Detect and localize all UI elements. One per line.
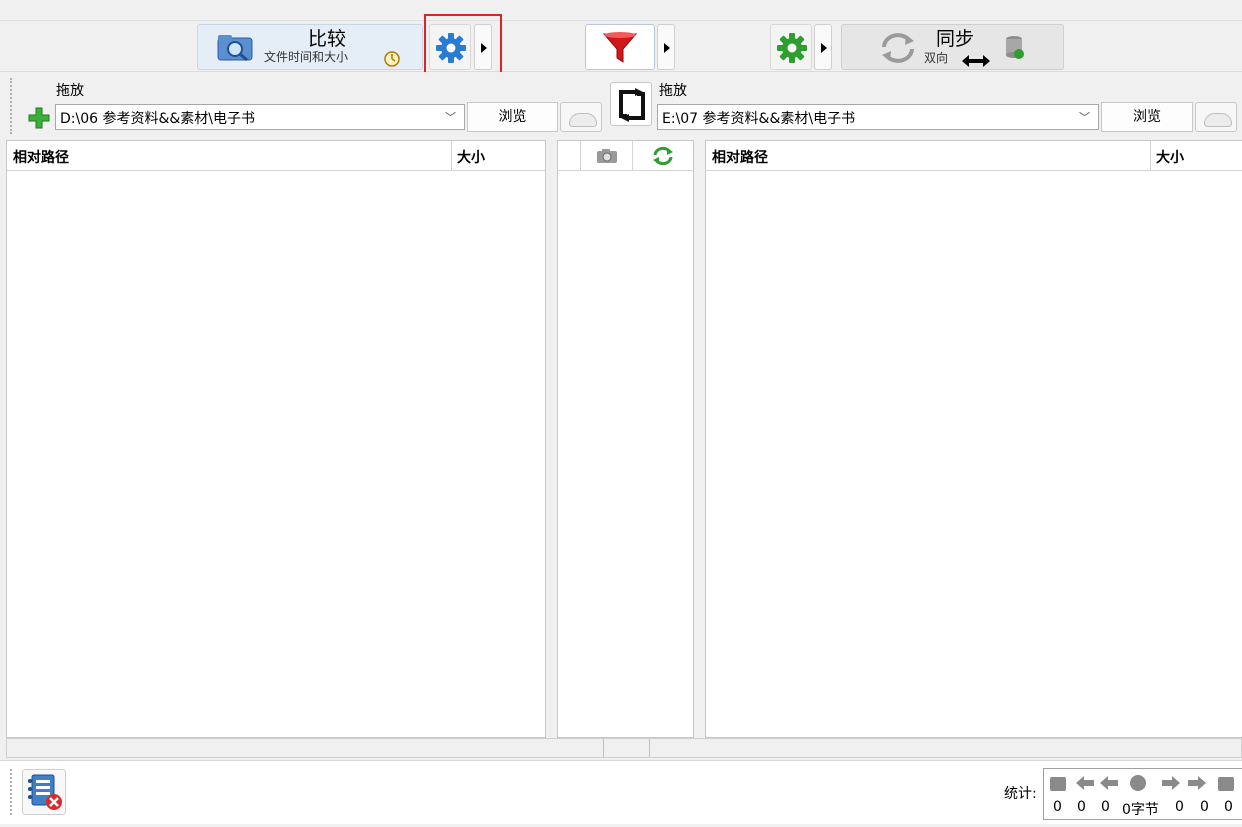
folder-bar: 拖放 D:\06 参考资料&&素材\电子书 ﹀ 浏览 拖放 E:\07 参考资料… bbox=[0, 72, 1242, 138]
left-file-grid[interactable]: 相对路径 大小 bbox=[6, 140, 546, 738]
status-separator bbox=[649, 739, 650, 757]
right-folder-path: E:\07 参考资料&&素材\电子书 bbox=[662, 111, 856, 127]
highlight-box bbox=[424, 14, 502, 78]
right-grid-header: 相对路径 大小 bbox=[706, 141, 1242, 171]
toolbar: 比较 文件时间和大小 同步 双向 bbox=[0, 20, 1242, 72]
left-folder-path-input[interactable]: D:\06 参考资料&&素材\电子书 ﹀ bbox=[55, 104, 465, 130]
camera-icon[interactable] bbox=[596, 148, 618, 164]
stat-bytes: 0字节 bbox=[1122, 802, 1159, 818]
filter-button[interactable] bbox=[585, 24, 655, 70]
left-cloud-button[interactable] bbox=[560, 102, 602, 132]
add-icon bbox=[28, 107, 50, 129]
bidirectional-arrow-icon bbox=[962, 55, 990, 67]
folderbar-grip[interactable] bbox=[10, 78, 14, 134]
filter-dropdown[interactable] bbox=[657, 24, 675, 70]
right-file-grid[interactable]: 相对路径 大小 bbox=[705, 140, 1242, 738]
stat-right-create: 0 bbox=[1175, 799, 1184, 815]
middle-action-grid[interactable] bbox=[557, 140, 694, 738]
left-folder-path: D:\06 参考资料&&素材\电子书 bbox=[60, 111, 256, 127]
stat-left-create: 0 bbox=[1101, 799, 1110, 815]
right-cloud-button[interactable] bbox=[1195, 102, 1237, 132]
column-separator bbox=[451, 141, 452, 171]
swap-sides-button[interactable] bbox=[610, 82, 652, 126]
right-browse-button[interactable]: 浏览 bbox=[1101, 102, 1193, 132]
compare-subtitle: 文件时间和大小 bbox=[264, 50, 349, 64]
sync-settings-dropdown[interactable] bbox=[814, 24, 832, 70]
clock-icon bbox=[384, 51, 400, 67]
bottom-bar: 统计: 0 0 0 0字节 0 0 0 bbox=[0, 760, 1242, 824]
left-col-size[interactable]: 大小 bbox=[457, 147, 485, 167]
stats-panel: 0 0 0 0字节 0 0 0 bbox=[1043, 768, 1242, 820]
stat-right-newer: 0 bbox=[1200, 799, 1209, 815]
compare-title: 比较 bbox=[308, 28, 347, 50]
column-separator bbox=[632, 141, 633, 171]
log-button[interactable] bbox=[22, 769, 66, 815]
column-separator bbox=[1150, 141, 1151, 171]
column-separator bbox=[580, 141, 581, 171]
right-col-relative-path[interactable]: 相对路径 bbox=[712, 147, 768, 167]
compare-icon bbox=[217, 35, 253, 62]
middle-grid-header bbox=[558, 141, 693, 171]
swap-icon bbox=[619, 88, 645, 122]
status-separator bbox=[603, 739, 604, 757]
stats-label: 统计: bbox=[1004, 786, 1037, 802]
left-drop-label: 拖放 bbox=[56, 83, 84, 99]
refresh-icon[interactable] bbox=[652, 146, 674, 166]
add-folder-pair-button[interactable] bbox=[27, 106, 51, 130]
sync-settings-button[interactable] bbox=[770, 24, 812, 70]
filter-icon bbox=[602, 32, 638, 63]
left-grid-header: 相对路径 大小 bbox=[7, 141, 545, 171]
stat-left-only: 0 bbox=[1053, 799, 1062, 815]
left-col-relative-path[interactable]: 相对路径 bbox=[13, 147, 69, 167]
right-col-size[interactable]: 大小 bbox=[1156, 147, 1184, 167]
chevron-down-icon[interactable]: ﹀ bbox=[1079, 109, 1090, 125]
database-icon bbox=[1006, 36, 1024, 59]
status-bar bbox=[6, 738, 1242, 758]
sync-icon bbox=[882, 33, 914, 63]
stat-right-only: 0 bbox=[1224, 799, 1233, 815]
sync-title: 同步 bbox=[936, 28, 975, 50]
log-icon bbox=[28, 774, 62, 810]
right-drop-label: 拖放 bbox=[659, 83, 687, 99]
chevron-down-icon[interactable]: ﹀ bbox=[445, 109, 456, 125]
bottombar-grip[interactable] bbox=[10, 769, 14, 815]
sync-subtitle: 双向 bbox=[924, 51, 949, 65]
stat-left-newer: 0 bbox=[1077, 799, 1086, 815]
right-folder-path-input[interactable]: E:\07 参考资料&&素材\电子书 ﹀ bbox=[657, 104, 1099, 130]
stats-icons bbox=[1050, 775, 1234, 791]
left-browse-button[interactable]: 浏览 bbox=[467, 102, 558, 132]
gear-icon bbox=[777, 33, 807, 63]
